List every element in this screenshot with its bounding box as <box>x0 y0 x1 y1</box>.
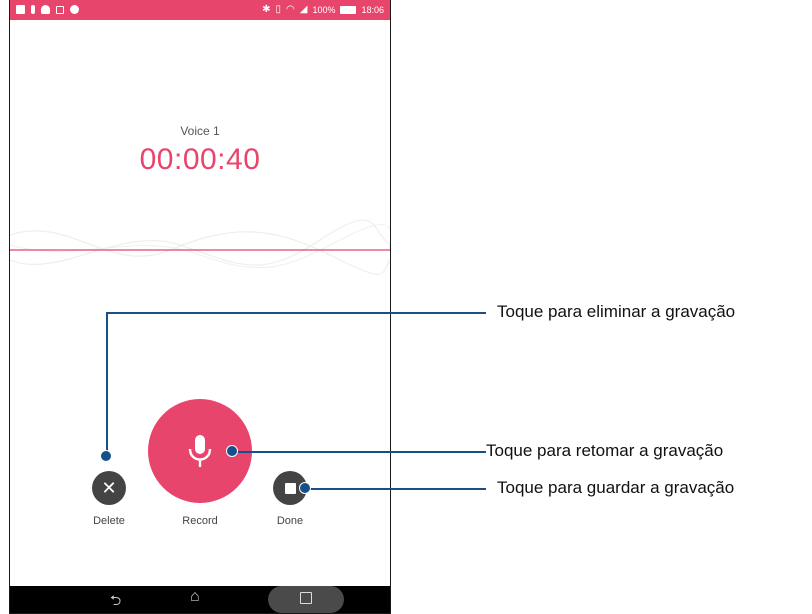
back-icon[interactable]: ⮌ <box>110 590 121 614</box>
recording-timer: 00:00:40 <box>139 143 261 176</box>
status-bar: ✱ ▯ ◠ ◢ 100% 18:06 <box>10 0 390 20</box>
battery-percent: 100% <box>312 5 336 15</box>
recent-apps-icon <box>300 592 312 604</box>
callout-resume-text: Toque para retomar a gravação <box>486 441 724 460</box>
callout-delete-horizontal <box>106 312 486 314</box>
system-icons: ✱ ▯ ◠ ◢ 100% 18:06 <box>262 0 384 20</box>
message-icon <box>16 5 25 14</box>
navigation-bar: ⮌ ⌂ <box>10 586 390 613</box>
app-icon <box>70 5 79 14</box>
signal-icon: ◢ <box>299 4 308 15</box>
callout-resume-line <box>234 451 486 453</box>
bluetooth-icon: ✱ <box>262 4 271 15</box>
lock-icon <box>56 6 64 14</box>
callout-save-text: Toque para guardar a gravação <box>497 478 735 497</box>
recording-title: Voice 1 <box>180 124 220 138</box>
callout-delete-vertical <box>106 312 108 455</box>
wifi-icon: ◠ <box>286 4 295 15</box>
stop-icon <box>284 482 296 494</box>
callout-save-line <box>306 488 486 490</box>
delete-button[interactable]: ✕ <box>92 471 126 505</box>
microphone-icon <box>188 435 212 467</box>
callout-delete-text: Toque para eliminar a gravação <box>497 302 736 321</box>
home-icon[interactable]: ⌂ <box>190 588 200 606</box>
waveform <box>10 219 390 275</box>
callout-delete-dot <box>100 450 112 462</box>
callout-save-dot <box>299 482 311 494</box>
record-label: Record <box>182 515 218 527</box>
cloud-icon <box>41 5 50 14</box>
close-icon: ✕ <box>101 477 117 498</box>
vibrate-icon: ▯ <box>275 4 281 15</box>
battery-icon <box>340 6 357 14</box>
status-time: 18:06 <box>361 5 384 15</box>
phone-screen: ✱ ▯ ◠ ◢ 100% 18:06 Voice 1 00:00:40 ✕ De… <box>10 0 390 613</box>
mic-icon <box>31 5 35 14</box>
notification-icons <box>16 0 79 14</box>
done-label: Done <box>276 515 304 527</box>
callout-resume-dot <box>226 445 238 457</box>
delete-label: Delete <box>93 515 125 527</box>
